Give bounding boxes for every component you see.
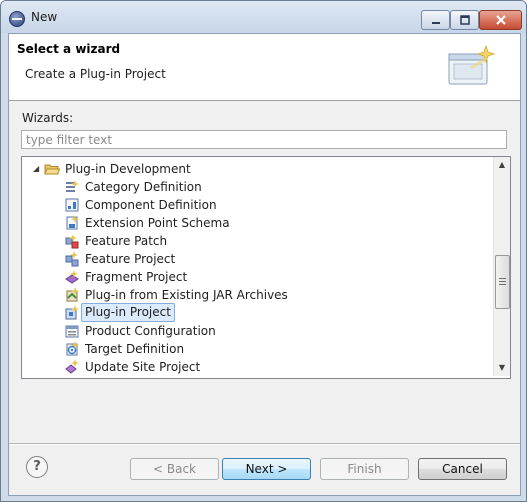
wizard-filter-input[interactable]	[21, 130, 507, 149]
plugin-project-icon	[65, 305, 79, 320]
tree-item-label: Extension Point Schema	[85, 216, 230, 230]
cancel-button[interactable]: Cancel	[418, 458, 507, 480]
tree-item-feature-project[interactable]: Feature Project	[22, 250, 492, 268]
fragment-icon	[65, 270, 79, 284]
tree-item-label: Plug-in Project	[81, 303, 175, 322]
tree-item-plugin-from-jar[interactable]: Plug-in from Existing JAR Archives	[22, 286, 492, 304]
window-title: New	[31, 10, 58, 24]
tree-item-label: Plug-in from Existing JAR Archives	[85, 288, 288, 302]
scroll-down-arrow-icon[interactable]: ▼	[494, 360, 510, 376]
product-icon	[65, 325, 79, 338]
tree-item-label: Product Configuration	[85, 324, 216, 338]
wizard-tree[interactable]: ◢ Plug-in Development Category Definitio…	[21, 156, 511, 379]
close-icon	[495, 15, 506, 25]
tree-group-plugin-development[interactable]: ◢ Plug-in Development	[22, 160, 492, 178]
tree-item-label: Feature Project	[85, 252, 176, 266]
grip-line	[499, 284, 506, 285]
tree-item-extension-point-schema[interactable]: Extension Point Schema	[22, 214, 492, 232]
finish-button[interactable]: Finish	[320, 458, 409, 480]
minimize-button[interactable]	[421, 10, 450, 30]
folder-open-icon	[44, 164, 60, 175]
tree-item-plugin-project[interactable]: Plug-in Project	[22, 303, 492, 322]
grip-line	[499, 281, 506, 282]
next-button[interactable]: Next >	[222, 458, 311, 480]
tree-item-label: Target Definition	[85, 342, 185, 356]
tree-item-feature-patch[interactable]: Feature Patch	[22, 232, 492, 250]
minimize-icon	[431, 22, 440, 24]
tree-item-category-definition[interactable]: Category Definition	[22, 178, 492, 196]
tree-vertical-scrollbar[interactable]: ▲ ▼	[493, 157, 510, 376]
category-icon	[66, 180, 79, 192]
banner-description: Create a Plug-in Project	[25, 67, 166, 81]
back-button[interactable]: < Back	[130, 458, 219, 480]
tree-item-component-definition[interactable]: Component Definition	[22, 196, 492, 214]
wizard-banner-icon	[448, 44, 496, 85]
wizard-banner: Select a wizard Create a Plug-in Project	[9, 34, 520, 101]
update-site-icon	[65, 359, 79, 374]
wizards-label: Wizards:	[22, 111, 74, 125]
maximize-button[interactable]	[450, 10, 479, 30]
tree-item-target-definition[interactable]: Target Definition	[22, 340, 492, 358]
dialog-client-area: Select a wizard Create a Plug-in Project…	[8, 33, 521, 496]
grip-line	[499, 278, 506, 279]
schema-icon	[66, 215, 79, 230]
feature-project-icon	[65, 251, 79, 267]
tree-item-label: Category Definition	[85, 180, 202, 194]
new-wizard-window: New Select a wizard Create a Plug-in Pro…	[0, 0, 527, 502]
jar-plugin-icon	[66, 287, 79, 302]
tree-item-label: Feature Patch	[85, 234, 168, 248]
tree-item-fragment-project[interactable]: Fragment Project	[22, 268, 492, 286]
help-button[interactable]: ?	[26, 456, 48, 478]
expand-toggle-icon[interactable]: ◢	[33, 160, 39, 178]
tree-item-label: Fragment Project	[85, 270, 188, 284]
footer-separator	[9, 443, 520, 445]
tree-item-update-site-project[interactable]: Update Site Project	[22, 358, 492, 376]
eclipse-icon	[9, 11, 25, 27]
component-icon	[65, 198, 79, 212]
close-button[interactable]	[479, 10, 522, 30]
banner-title: Select a wizard	[17, 42, 121, 56]
scrollbar-thumb[interactable]	[495, 255, 510, 309]
tree-item-product-configuration[interactable]: Product Configuration	[22, 322, 492, 340]
feature-patch-icon	[65, 234, 79, 249]
tree-item-label: Component Definition	[85, 198, 217, 212]
target-icon	[66, 341, 79, 356]
tree-group-label: Plug-in Development	[65, 162, 191, 176]
title-bar[interactable]: New	[1, 1, 526, 33]
scroll-up-arrow-icon[interactable]: ▲	[494, 157, 510, 173]
tree-item-label: Update Site Project	[85, 360, 201, 374]
maximize-icon	[459, 15, 470, 25]
